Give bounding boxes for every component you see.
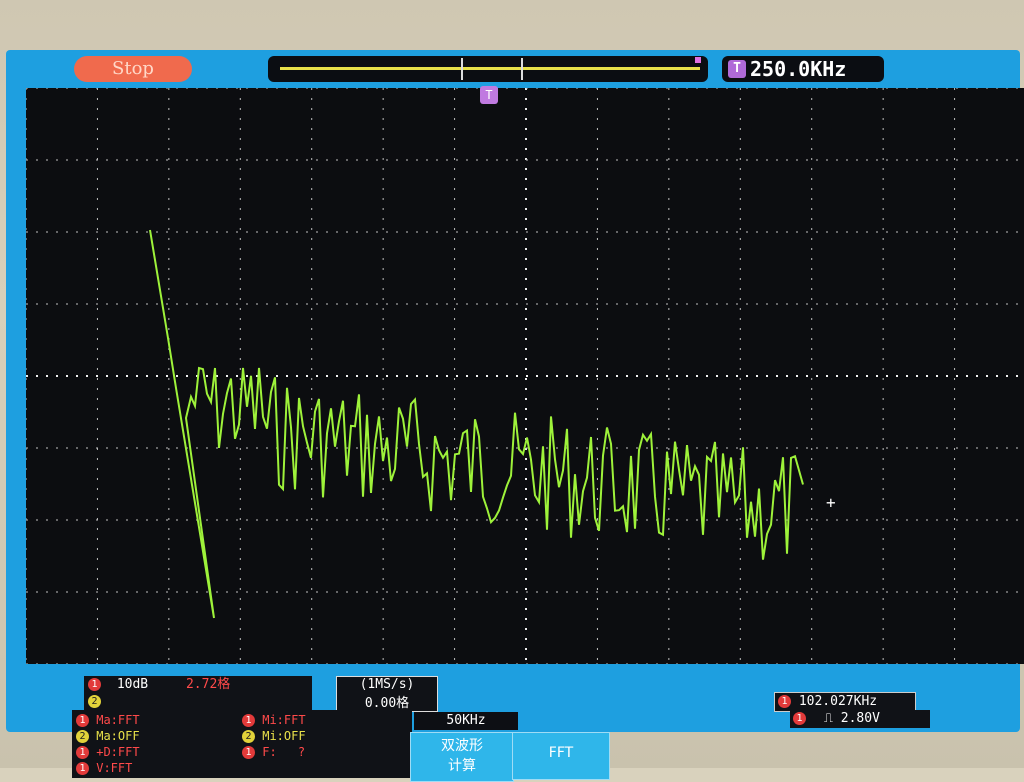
waveform-grid[interactable]: + (26, 88, 1024, 664)
math-ma2: 2 Ma:OFF (76, 728, 140, 744)
fft-trace (149, 229, 804, 619)
math-mi2-label: Mi:OFF (262, 729, 306, 743)
math-plusd: 1 +D:FFT (76, 744, 140, 760)
math-f-value: ? (297, 745, 306, 759)
math-mi1-badge: 1 (242, 714, 255, 727)
channel-info-box: 1 10dB 2.72格 2 (84, 676, 312, 710)
freq-channel-badge: 1 (778, 695, 791, 708)
trigger-level-readout: 1 ⎍ 2.80V (790, 710, 930, 728)
view-window-indicator[interactable] (461, 58, 523, 80)
math-mi1-label: Mi:FFT (262, 713, 306, 727)
trigger-level-badge: 1 (793, 712, 806, 725)
math-v-badge: 1 (76, 762, 89, 775)
math-f: 1 F: ? (242, 744, 305, 760)
run-stop-indicator[interactable]: Stop (74, 56, 192, 82)
rising-edge-icon: ⎍ (823, 711, 833, 726)
math-mi2: 2 Mi:OFF (242, 728, 306, 744)
frequency-counter-value: 102.027KHz (798, 694, 878, 709)
trigger-position-marker (695, 57, 701, 63)
fft-span-readout: 50KHz (414, 712, 518, 730)
channel2-badge: 2 (88, 695, 101, 708)
channel1-badge: 1 (88, 678, 101, 691)
memory-position-bar[interactable] (268, 56, 708, 82)
scope-screen: Stop T 250.0KHz + T 1 10dB 2.72格 2 (1MS/s… (6, 50, 1024, 782)
fft-plot (26, 88, 1024, 664)
trigger-t-icon-top: T (480, 86, 498, 104)
softkey-dual-waveform-calc[interactable]: 双波形 计算 (410, 732, 514, 782)
math-ma1-badge: 1 (76, 714, 89, 727)
math-v-label: V:FFT (96, 761, 133, 775)
trigger-frequency-readout: T 250.0KHz (722, 56, 884, 82)
math-ma1-label: Ma:FFT (96, 713, 140, 727)
cursor-crosshair-icon: + (826, 493, 836, 512)
math-mi2-badge: 2 (242, 730, 255, 743)
channel1-row: 1 10dB 2.72格 (88, 676, 230, 693)
timebase-offset: 0.00格 (364, 696, 410, 711)
frequency-counter: 1 102.027KHz (774, 692, 916, 712)
math-mi1: 1 Mi:FFT (242, 712, 306, 728)
timebase-box: (1MS/s) 0.00格 (336, 676, 438, 712)
math-f-label: F: (262, 745, 277, 759)
trigger-t-icon: T (728, 60, 746, 78)
top-status-bar: Stop T 250.0KHz (6, 50, 1020, 88)
softkey-fft[interactable]: FFT (512, 732, 610, 780)
math-ma2-label: Ma:OFF (96, 729, 140, 743)
math-plusd-badge: 1 (76, 746, 89, 759)
trigger-frequency-value: 250.0KHz (750, 57, 847, 81)
trigger-level-value: 2.80V (840, 711, 880, 726)
math-ma2-badge: 2 (76, 730, 89, 743)
channel1-position: 2.72格 (185, 677, 231, 692)
graticule (26, 88, 1024, 664)
timebase-scale: (1MS/s) (359, 677, 415, 692)
math-ma1: 1 Ma:FFT (76, 712, 140, 728)
math-v: 1 V:FFT (76, 760, 132, 776)
math-f-badge: 1 (242, 746, 255, 759)
math-plusd-label: +D:FFT (96, 745, 140, 759)
channel1-scale: 10dB (116, 677, 149, 692)
channel2-row: 2 (88, 693, 101, 710)
